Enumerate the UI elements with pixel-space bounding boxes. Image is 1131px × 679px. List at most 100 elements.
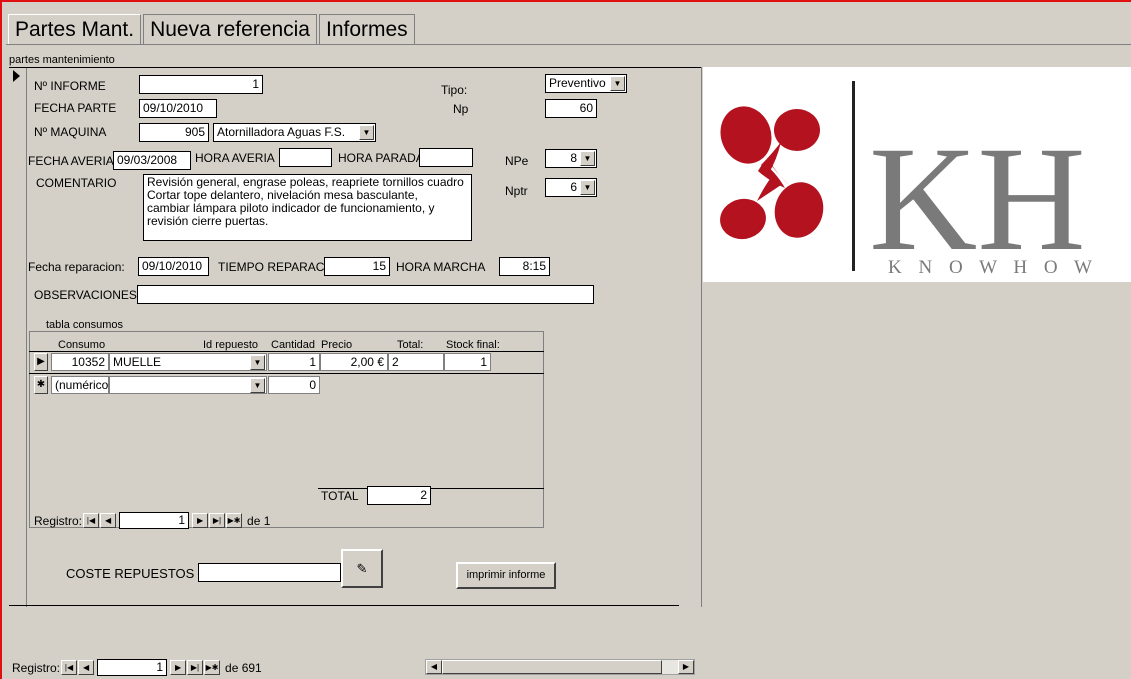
hora-parada-label: HORA PARADA <box>338 151 424 165</box>
maquina-name: Atornilladora Aguas F.S. <box>217 125 346 139</box>
tab-baseline <box>6 44 1131 45</box>
form-top-border <box>9 67 702 68</box>
cell-cantidad[interactable]: 1 <box>268 353 320 371</box>
n-informe-label: Nº INFORME <box>34 79 106 93</box>
new-record-icon[interactable]: ▶✱ <box>204 660 221 675</box>
maquina-combo[interactable]: Atornilladora Aguas F.S. ▼ <box>213 123 376 142</box>
horizontal-scrollbar[interactable]: ◀ ▶ <box>425 659 695 675</box>
new-row-icon[interactable]: ✱ <box>34 376 48 394</box>
record-selector-bar[interactable] <box>9 67 27 607</box>
n-informe-field[interactable]: 1 <box>139 75 263 94</box>
form-right-border <box>701 67 702 607</box>
logo-red-mark <box>720 106 824 240</box>
first-record-icon[interactable]: |◀ <box>83 513 100 528</box>
cell-precio[interactable]: 2,00 € <box>320 353 388 371</box>
fecha-averia-field[interactable]: 09/03/2008 <box>113 151 191 170</box>
npe-label: NPe <box>505 154 529 168</box>
report-icon[interactable]: ✎ <box>341 549 383 588</box>
next-record-icon[interactable]: ▶ <box>170 660 187 675</box>
prev-record-icon[interactable]: ◀ <box>78 660 95 675</box>
tiempo-reparacion-label: TIEMPO REPARAC( <box>218 260 329 274</box>
subform-total-field[interactable]: 2 <box>367 486 431 505</box>
scroll-thumb[interactable] <box>442 660 662 674</box>
fecha-parte-field[interactable]: 09/10/2010 <box>139 99 217 118</box>
observaciones-field[interactable] <box>137 285 594 304</box>
row-selector-current[interactable]: ▶ <box>34 353 48 371</box>
coste-repuestos-label: COSTE REPUESTOS <box>66 566 195 581</box>
tiempo-reparacion-field[interactable]: 15 <box>324 257 390 276</box>
coste-repuestos-field[interactable] <box>198 563 341 582</box>
row-divider <box>29 373 544 374</box>
last-record-icon[interactable]: ▶| <box>209 513 226 528</box>
fecha-reparacion-field[interactable]: 09/10/2010 <box>138 257 209 276</box>
logo-tagline: K N O W H O W <box>888 257 1098 278</box>
form-bottom-border <box>9 605 679 606</box>
last-record-icon[interactable]: ▶| <box>187 660 204 675</box>
npe-value: 8 <box>570 151 577 165</box>
npe-combo[interactable]: 8 ▼ <box>545 149 597 168</box>
hora-averia-field[interactable] <box>279 148 332 167</box>
chevron-down-icon[interactable]: ▼ <box>250 355 265 370</box>
subform-record-number[interactable]: 1 <box>119 512 190 529</box>
current-record-icon <box>13 70 20 82</box>
cell-total[interactable]: 2 <box>388 353 444 371</box>
tab-informes[interactable]: Informes <box>318 14 415 44</box>
new-cell-consumo[interactable]: (numérico) <box>51 376 109 394</box>
main-record-navigator: Registro: |◀ ◀ 1 ▶ ▶| ▶✱ de 691 <box>12 659 262 676</box>
hora-averia-label: HORA AVERIA <box>195 151 275 165</box>
tipo-combo[interactable]: Preventivo ▼ <box>545 74 627 93</box>
cell-repuesto[interactable]: MUELLE ▼ <box>109 353 267 371</box>
chevron-down-icon[interactable]: ▼ <box>610 76 625 91</box>
main-record-number[interactable]: 1 <box>97 659 168 676</box>
n-maquina-field[interactable]: 905 <box>139 123 209 142</box>
first-record-icon[interactable]: |◀ <box>61 660 78 675</box>
cell-consumo[interactable]: 10352 <box>51 353 109 371</box>
fecha-parte-label: FECHA PARTE <box>34 101 117 115</box>
subform-record-navigator: Registro: |◀ ◀ 1 ▶ ▶| ▶✱ de 1 <box>34 512 270 529</box>
nptr-value: 6 <box>570 180 577 194</box>
comentario-label: COMENTARIO <box>36 176 117 190</box>
print-report-button[interactable]: imprimir informe <box>456 562 556 589</box>
know-how-logo: KH K N O W H O W <box>703 67 1131 282</box>
n-maquina-label: Nº MAQUINA <box>34 125 107 139</box>
tipo-label: Tipo: <box>441 83 468 97</box>
form-caption: partes mantenimiento <box>9 54 115 66</box>
main-nav-label: Registro: <box>12 660 61 675</box>
next-record-icon[interactable]: ▶ <box>192 513 209 528</box>
scroll-left-icon[interactable]: ◀ <box>426 660 442 674</box>
comentario-memo[interactable]: Revisión general, engrase poleas, reapri… <box>143 174 472 241</box>
tipo-value: Preventivo <box>549 76 606 90</box>
tab-strip: Partes Mant. Nueva referencia Informes <box>8 14 417 44</box>
fecha-reparacion-label: Fecha reparacion: <box>28 260 125 274</box>
new-record-icon[interactable]: ▶✱ <box>226 513 243 528</box>
chevron-down-icon[interactable]: ▼ <box>250 378 265 393</box>
np-field[interactable]: 60 <box>545 99 597 118</box>
tab-partes-mant[interactable]: Partes Mant. <box>8 14 142 44</box>
np-label: Np <box>453 102 469 116</box>
prev-record-icon[interactable]: ◀ <box>100 513 117 528</box>
hora-marcha-label: HORA MARCHA <box>396 260 486 274</box>
cell-stock-final[interactable]: 1 <box>444 353 491 371</box>
observaciones-label: OBSERVACIONES <box>34 288 137 302</box>
nptr-label: Nptr <box>505 184 528 198</box>
logo-divider <box>852 81 855 271</box>
hora-marcha-field[interactable]: 8:15 <box>499 257 550 276</box>
subform-nav-total: de 1 <box>247 513 271 528</box>
tab-nueva-referencia[interactable]: Nueva referencia <box>143 14 317 44</box>
hora-parada-field[interactable] <box>419 148 473 167</box>
main-nav-total: de 691 <box>225 660 262 675</box>
scroll-right-icon[interactable]: ▶ <box>678 660 694 674</box>
nptr-combo[interactable]: 6 ▼ <box>545 178 597 197</box>
subform-total-label: TOTAL <box>321 489 359 503</box>
new-cell-cantidad[interactable]: 0 <box>268 376 320 394</box>
chevron-down-icon[interactable]: ▼ <box>580 180 595 195</box>
know-how-logo-mark: KH K N O W H O W <box>720 81 1098 282</box>
new-cell-repuesto[interactable]: ▼ <box>109 376 267 394</box>
fecha-averia-label: FECHA AVERIA <box>28 154 114 168</box>
subform-nav-label: Registro: <box>34 513 83 528</box>
chevron-down-icon[interactable]: ▼ <box>359 125 374 140</box>
header-divider <box>29 351 544 352</box>
cell-repuesto-text: MUELLE <box>113 355 162 369</box>
chevron-down-icon[interactable]: ▼ <box>580 151 595 166</box>
comentario-line: revisión cierre puertas. <box>147 214 269 228</box>
